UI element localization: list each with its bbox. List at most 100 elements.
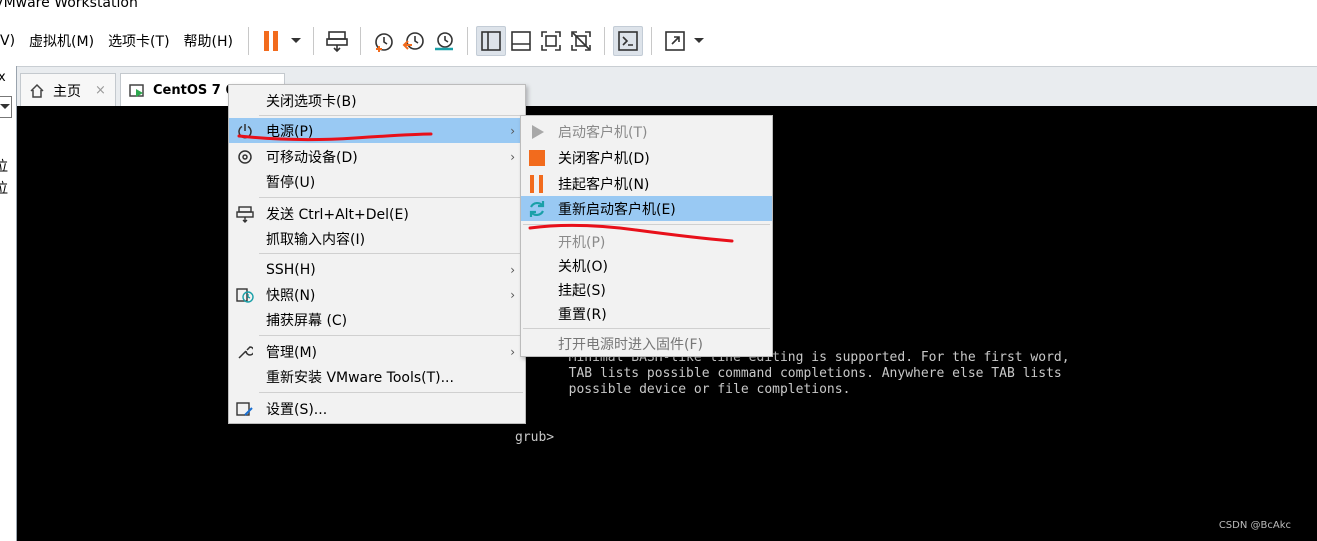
home-icon bbox=[30, 83, 44, 98]
submenu-item-power-on-firmware[interactable]: 打开电源时进入固件(F) bbox=[521, 331, 772, 356]
menu-separator bbox=[259, 392, 523, 393]
pause-dropdown-icon[interactable] bbox=[287, 26, 305, 56]
menu-item-snapshot[interactable]: 快照(N) › bbox=[229, 282, 525, 307]
window-title-bar: VMware Workstation bbox=[0, 0, 1317, 16]
submenu-arrow-icon: › bbox=[510, 149, 515, 164]
menu-separator bbox=[259, 335, 523, 336]
menu-item-close-tab[interactable]: 关闭选项卡(B) bbox=[229, 88, 525, 113]
show-thumbnail-icon[interactable] bbox=[506, 26, 536, 56]
submenu-item-suspend-guest[interactable]: 挂起客户机(N) bbox=[521, 171, 772, 196]
submenu-item-reset[interactable]: 重置(R) bbox=[521, 301, 772, 326]
console-line-2: TAB lists possible command completions. … bbox=[553, 366, 1062, 381]
restart-icon bbox=[527, 199, 547, 219]
menu-item-label: 管理(M) bbox=[266, 344, 318, 361]
library-panel: x 泣 泣 bbox=[0, 66, 17, 541]
settings-icon bbox=[235, 399, 255, 419]
menu-toolbar: V) 虚拟机(M) 选项卡(T) 帮助(H) bbox=[0, 18, 1317, 64]
menu-item-removable-devices[interactable]: 可移动设备(D) › bbox=[229, 144, 525, 169]
console-view-icon[interactable] bbox=[613, 26, 643, 56]
menu-item-capture-screen[interactable]: 捕获屏幕 (C) bbox=[229, 307, 525, 332]
snapshot-revert-icon[interactable] bbox=[399, 26, 429, 56]
toolbar-divider bbox=[651, 27, 652, 55]
menu-view[interactable]: V) bbox=[0, 33, 22, 49]
submenu-item-label: 启动客户机(T) bbox=[558, 124, 648, 141]
menu-vm[interactable]: 虚拟机(M) bbox=[22, 31, 101, 51]
power-icon bbox=[235, 121, 255, 141]
menu-item-send-ctrl-alt-del[interactable]: 发送 Ctrl+Alt+Del(E) bbox=[229, 201, 525, 226]
pause-icon bbox=[527, 174, 547, 194]
stretch-dropdown-icon[interactable] bbox=[690, 26, 708, 56]
toolbar-divider bbox=[313, 27, 314, 55]
console-line-3: possible device or file completions. bbox=[553, 382, 851, 397]
tab-bar: 主页 × CentOS 7 64 bbox=[17, 66, 1317, 107]
submenu-item-label: 关机(O) bbox=[558, 258, 608, 275]
full-screen-icon[interactable] bbox=[536, 26, 566, 56]
submenu-item-power-off[interactable]: 关机(O) bbox=[521, 253, 772, 278]
tab-context-menu: 关闭选项卡(B) 电源(P) › 可移动设备(D) › 暂停(U) 发送 Ctr… bbox=[228, 84, 526, 424]
library-item-partial[interactable]: 泣 bbox=[0, 178, 8, 198]
menu-item-label: SSH(H) bbox=[266, 261, 316, 278]
menu-separator bbox=[259, 197, 523, 198]
library-search-box[interactable] bbox=[0, 96, 12, 118]
submenu-item-label: 开机(P) bbox=[558, 234, 606, 251]
library-item-partial[interactable]: 泣 bbox=[0, 156, 8, 176]
play-icon bbox=[527, 122, 547, 142]
menu-item-settings[interactable]: 设置(S)... bbox=[229, 396, 525, 421]
submenu-item-label: 重新启动客户机(E) bbox=[558, 201, 676, 218]
submenu-item-label: 挂起客户机(N) bbox=[558, 176, 650, 193]
toolbar-divider bbox=[604, 27, 605, 55]
library-close-glyph[interactable]: x bbox=[0, 70, 6, 85]
submenu-arrow-icon: › bbox=[510, 287, 515, 302]
wrench-icon bbox=[235, 342, 255, 362]
stop-icon bbox=[527, 148, 547, 168]
send-keys-icon bbox=[235, 204, 255, 224]
toolbar-divider bbox=[360, 27, 361, 55]
menu-item-label: 重新安装 VMware Tools(T)... bbox=[266, 369, 454, 386]
menu-item-label: 发送 Ctrl+Alt+Del(E) bbox=[266, 206, 409, 223]
submenu-item-label: 重置(R) bbox=[558, 306, 607, 323]
menu-item-label: 可移动设备(D) bbox=[266, 149, 358, 166]
menu-item-label: 设置(S)... bbox=[266, 401, 328, 418]
menu-item-pause[interactable]: 暂停(U) bbox=[229, 169, 525, 194]
menu-item-grab-input[interactable]: 抓取输入内容(I) bbox=[229, 226, 525, 251]
window-title: VMware Workstation bbox=[0, 0, 138, 11]
toolbar-divider bbox=[248, 27, 249, 55]
submenu-arrow-icon: › bbox=[510, 344, 515, 359]
menu-help[interactable]: 帮助(H) bbox=[177, 31, 240, 51]
menu-separator bbox=[523, 328, 770, 329]
submenu-item-label: 关闭客户机(D) bbox=[558, 150, 650, 167]
menu-separator bbox=[259, 115, 523, 116]
submenu-item-label: 打开电源时进入固件(F) bbox=[558, 336, 703, 353]
submenu-item-restart-guest[interactable]: 重新启动客户机(E) bbox=[521, 196, 772, 221]
menu-item-label: 暂停(U) bbox=[266, 174, 316, 191]
submenu-item-start-guest[interactable]: 启动客户机(T) bbox=[521, 119, 772, 144]
menu-item-label: 快照(N) bbox=[266, 287, 316, 304]
submenu-item-power-on[interactable]: 开机(P) bbox=[521, 229, 772, 254]
tab-home[interactable]: 主页 × bbox=[20, 73, 116, 107]
tab-home-close-icon[interactable]: × bbox=[95, 83, 106, 98]
snapshot-take-icon[interactable] bbox=[369, 26, 399, 56]
menu-item-label: 关闭选项卡(B) bbox=[266, 93, 357, 110]
show-library-icon[interactable] bbox=[476, 26, 506, 56]
toolbar-divider bbox=[467, 27, 468, 55]
snapshot-manager-icon[interactable] bbox=[429, 26, 459, 56]
stretch-icon[interactable] bbox=[660, 26, 690, 56]
submenu-arrow-icon: › bbox=[510, 123, 515, 138]
send-ctrl-alt-del-icon[interactable] bbox=[322, 26, 352, 56]
submenu-item-suspend[interactable]: 挂起(S) bbox=[521, 277, 772, 302]
submenu-arrow-icon: › bbox=[510, 262, 515, 277]
menu-item-ssh[interactable]: SSH(H) › bbox=[229, 257, 525, 282]
menu-item-manage[interactable]: 管理(M) › bbox=[229, 339, 525, 364]
submenu-item-label: 挂起(S) bbox=[558, 282, 606, 299]
submenu-item-shutdown-guest[interactable]: 关闭客户机(D) bbox=[521, 145, 772, 170]
menu-item-power[interactable]: 电源(P) › bbox=[229, 118, 525, 143]
menu-tabs[interactable]: 选项卡(T) bbox=[101, 31, 176, 51]
menu-item-label: 捕获屏幕 (C) bbox=[266, 312, 348, 329]
pause-icon[interactable] bbox=[257, 26, 287, 56]
console-prompt: grub> bbox=[515, 430, 555, 445]
disc-icon bbox=[235, 147, 255, 167]
unity-icon[interactable] bbox=[566, 26, 596, 56]
menu-item-label: 抓取输入内容(I) bbox=[266, 231, 366, 248]
menu-item-reinstall-tools[interactable]: 重新安装 VMware Tools(T)... bbox=[229, 364, 525, 389]
snapshot-icon bbox=[235, 285, 255, 305]
